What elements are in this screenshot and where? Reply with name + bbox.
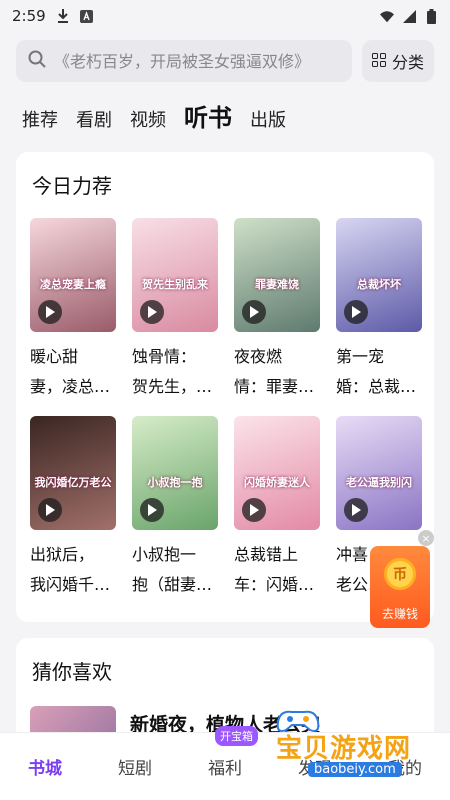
grid-icon [371,52,386,71]
recommend-title: 今日力荐 [32,174,112,198]
book-cover[interactable]: 闪婚娇妻迷人 [234,416,320,530]
book-title-line1: 总裁错上 [234,545,299,564]
book-item[interactable]: 我闪婚亿万老公出狱后， 我闪婚千… [30,416,116,600]
search-icon [28,50,46,72]
play-icon[interactable] [242,498,266,522]
category-button[interactable]: 分类 [362,40,434,82]
book-title-line1: 暖心甜 [30,347,79,366]
book-cover[interactable]: 老公逼我别闪 [336,416,422,530]
content-tabs: 推荐 看剧 视频 听书 出版 [22,98,286,133]
search-box[interactable] [16,40,352,82]
cover-title: 闪婚娇妻迷人 [244,476,310,489]
book-cover[interactable]: 总裁坏坏 [336,218,422,332]
book-item[interactable]: 贺先生别乱来蚀骨情： 贺先生，… [132,218,218,402]
cover-title: 凌总宠妻上瘾 [40,278,106,291]
download-icon [56,9,70,23]
book-cover[interactable]: 凌总宠妻上瘾 [30,218,116,332]
book-title-line1: 出狱后， [30,545,95,564]
play-icon[interactable] [242,300,266,324]
earn-close-button[interactable]: × [418,530,434,546]
a-badge-icon [80,9,94,23]
book-item[interactable]: 凌总宠妻上瘾暖心甜妻，凌总… [30,218,116,402]
status-time: 2:59 [12,7,46,25]
book-title-line2: 情：罪妻… [234,377,315,396]
earn-label: 去赚钱 [381,607,418,621]
earn-widget[interactable]: × 币 去赚钱 [366,530,434,628]
nav-welfare-label: 福利 [208,759,242,779]
book-item[interactable]: 总裁坏坏第一宠婚：总裁… [336,218,422,402]
book-title-line2: 我闪婚千… [30,575,111,594]
nav-short-drama[interactable]: 短剧 [95,754,175,779]
cover-title: 罪妻难饶 [255,278,299,291]
search-row: 分类 [16,40,434,82]
tab-recommend[interactable]: 推荐 [22,106,58,132]
book-item[interactable]: 小叔抱一抱小叔抱一抱（甜妻… [132,416,218,600]
book-cover[interactable]: 贺先生别乱来 [132,218,218,332]
tab-video[interactable]: 视频 [130,106,166,132]
battery-icon [424,8,438,24]
category-label: 分类 [391,53,424,72]
play-icon[interactable] [38,498,62,522]
nav-bookstore[interactable]: 书城 [5,754,85,779]
cover-title: 我闪婚亿万老公 [34,476,112,489]
book-item[interactable]: 闪婚娇妻迷人总裁错上车：闪婚… [234,416,320,600]
signal-icon [402,9,416,23]
watermark: 宝贝游戏网 baobeiy.com [268,700,438,780]
book-title-line1: 第一宠 [336,347,385,366]
guess-title: 猜你喜欢 [32,660,112,684]
book-grid: 凌总宠妻上瘾暖心甜妻，凌总… 贺先生别乱来蚀骨情： 贺先生，… 罪妻难饶夜夜燃情：罪妻… [30,218,422,600]
cover-title: 贺先生别乱来 [142,278,208,291]
search-input[interactable] [54,51,340,71]
nav-welfare[interactable]: 开宝箱 福利 [185,726,265,779]
play-icon[interactable] [344,300,368,324]
watermark-url: baobeiy.com [308,762,402,777]
book-title-line2: 抱（甜妻… [132,575,213,594]
book-title-line2: 妻，凌总… [30,377,111,396]
play-icon[interactable] [140,498,164,522]
tab-drama[interactable]: 看剧 [76,106,112,132]
book-title-line2: 车：闪婚… [234,575,315,594]
play-icon[interactable] [140,300,164,324]
status-bar: 2:59 [0,0,450,32]
coin-icon: 币 [384,558,416,590]
book-title-line1: 小叔抱一 [132,545,197,564]
wifi-icon [380,9,394,23]
book-title-line1: 蚀骨情： [132,347,197,366]
earn-box[interactable]: 币 去赚钱 [370,546,430,628]
book-item[interactable]: 罪妻难饶夜夜燃情：罪妻… [234,218,320,402]
tab-publish[interactable]: 出版 [250,106,286,132]
cover-title: 总裁坏坏 [357,278,401,291]
cover-title: 老公逼我别闪 [346,476,412,489]
book-title-line1: 夜夜燃 [234,347,283,366]
treasure-badge: 开宝箱 [215,726,258,746]
cover-title: 小叔抱一抱 [147,476,203,489]
play-icon[interactable] [38,300,62,324]
tab-audiobook[interactable]: 听书 [184,98,232,133]
book-cover[interactable]: 罪妻难饶 [234,218,320,332]
play-icon[interactable] [344,498,368,522]
book-title-line2: 婚：总裁… [336,377,417,396]
book-title-line2: 贺先生，… [132,377,213,396]
book-cover[interactable]: 小叔抱一抱 [132,416,218,530]
watermark-text: 宝贝游戏网 [276,734,412,764]
book-cover[interactable]: 我闪婚亿万老公 [30,416,116,530]
